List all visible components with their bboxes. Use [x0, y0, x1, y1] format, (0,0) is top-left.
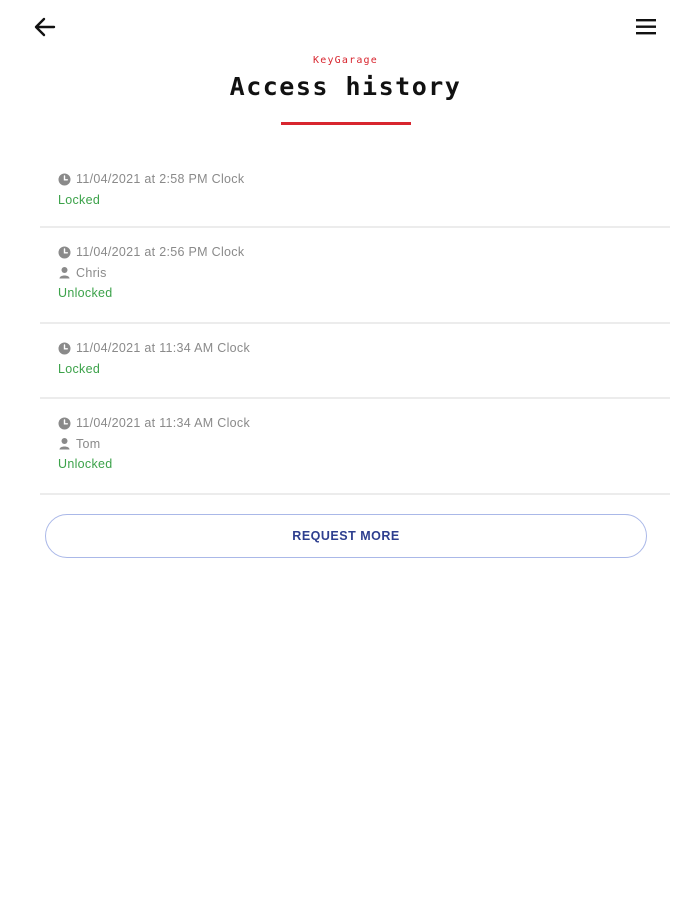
- entry-timestamp: 11/04/2021 at 2:56 PM Clock: [76, 245, 245, 260]
- entry-user-line: Chris: [58, 263, 670, 284]
- history-entry: 11/04/2021 at 11:34 AM Clock Locked: [40, 324, 670, 399]
- arrow-left-icon: [34, 17, 56, 37]
- title-underline: [281, 122, 411, 125]
- access-history-list: 11/04/2021 at 2:58 PM Clock Locked 11/04/2…: [40, 155, 670, 495]
- entry-status: Unlocked: [58, 457, 113, 472]
- entry-timestamp: 11/04/2021 at 11:34 AM Clock: [76, 416, 251, 431]
- clock-icon: [58, 173, 71, 186]
- entry-timestamp-line: 11/04/2021 at 11:34 AM Clock: [58, 413, 670, 434]
- history-entry: 11/04/2021 at 2:56 PM Clock Chris Unlocked: [40, 228, 670, 324]
- entry-status: Unlocked: [58, 286, 113, 301]
- entry-timestamp: 11/04/2021 at 2:58 PM Clock: [76, 172, 245, 187]
- brand-label: KeyGarage: [313, 55, 378, 66]
- entry-timestamp-line: 11/04/2021 at 11:34 AM Clock: [58, 338, 670, 359]
- entry-user: Chris: [76, 265, 107, 280]
- entry-timestamp: 11/04/2021 at 11:34 AM Clock: [76, 341, 251, 356]
- entry-timestamp-line: 11/04/2021 at 2:56 PM Clock: [58, 242, 670, 263]
- top-bar: [0, 0, 691, 54]
- entry-status: Locked: [58, 361, 101, 376]
- entry-timestamp-line: 11/04/2021 at 2:58 PM Clock: [58, 169, 670, 190]
- user-icon: [58, 437, 71, 450]
- clock-icon: [58, 246, 71, 259]
- entry-user-line: Tom: [58, 434, 670, 455]
- entry-user: Tom: [76, 436, 101, 451]
- page-title: Access history: [229, 72, 462, 101]
- entry-status: Locked: [58, 192, 101, 207]
- back-button[interactable]: [32, 14, 58, 40]
- hamburger-menu-icon: [636, 19, 656, 35]
- history-entry: 11/04/2021 at 11:34 AM Clock Tom Unlocked: [40, 399, 670, 495]
- user-icon: [58, 266, 71, 279]
- clock-icon: [58, 342, 71, 355]
- clock-icon: [58, 417, 71, 430]
- history-entry: 11/04/2021 at 2:58 PM Clock Locked: [40, 155, 670, 228]
- request-more-button[interactable]: REQUEST MORE: [45, 514, 647, 558]
- menu-button[interactable]: [634, 16, 658, 38]
